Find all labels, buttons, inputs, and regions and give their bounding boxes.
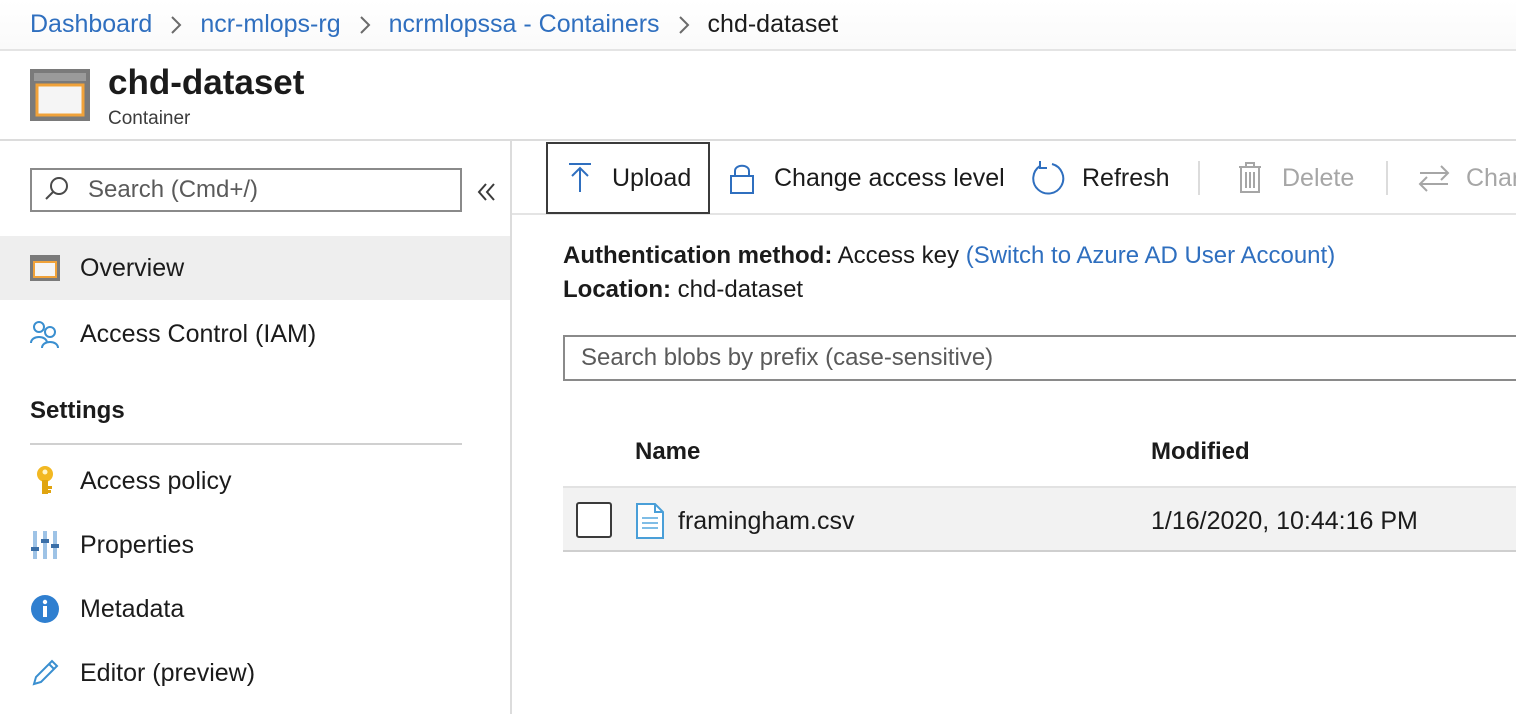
overview-icon [30,253,60,283]
location-label: Location: [563,276,671,303]
divider [30,443,462,445]
sidebar-item-label: Metadata [80,594,185,623]
delete-label: Delete [1282,163,1355,192]
upload-button[interactable]: Upload [546,142,710,214]
people-icon [30,319,60,349]
sidebar-item-metadata[interactable]: Metadata [0,577,510,641]
blob-modified: 1/16/2020, 10:44:16 PM [1151,507,1418,535]
info-icon [30,594,60,624]
auth-method-value: Access key [837,242,960,269]
sidebar-item-label: Properties [80,530,194,559]
sidebar-item-label: Access Control (IAM) [80,319,317,348]
sidebar-item-label: Overview [80,253,185,282]
sidebar-item-access-policy[interactable]: Access policy [0,449,510,513]
key-icon [30,466,60,496]
change-tier-button[interactable]: Char [1418,141,1516,215]
properties-icon [30,530,60,560]
refresh-label: Refresh [1082,163,1170,192]
collapse-double-chevron-icon[interactable] [474,179,500,205]
page-header: chd-dataset Container [0,51,1516,141]
breadcrumb-current: chd-dataset [707,10,839,38]
sidebar-search-input[interactable]: Search (Cmd+/) [30,168,462,212]
page-subtitle: Container [108,108,191,129]
toolbar-divider [1198,161,1200,195]
refresh-icon [1030,160,1066,196]
container-icon [30,69,90,121]
breadcrumb-resource-group[interactable]: ncr-mlops-rg [200,10,340,39]
breadcrumb-dashboard[interactable]: Dashboard [30,10,152,39]
sidebar-item-properties[interactable]: Properties [0,513,510,577]
column-header-name[interactable]: Name [635,438,700,466]
location-value: chd-dataset [677,276,804,303]
sidebar-item-overview[interactable]: Overview [0,236,510,300]
chevron-right-icon [678,15,690,35]
page-title: chd-dataset [108,63,305,102]
sidebar-item-label: Access policy [80,466,232,495]
switch-auth-link[interactable]: (Switch to Azure AD User Account) [966,242,1335,269]
breadcrumb-containers[interactable]: ncrmlopssa - Containers [389,10,660,39]
toolbar-divider [1386,161,1388,195]
column-header-modified[interactable]: Modified [1151,438,1250,466]
sidebar-search-placeholder: Search (Cmd+/) [88,176,259,203]
trash-icon [1234,162,1266,194]
change-access-level-label: Change access level [774,163,1005,192]
blob-search-placeholder: Search blobs by prefix (case-sensitive) [581,344,994,371]
container-blade: Dashboard ncr-mlops-rg ncrmlopssa - Cont… [0,0,1516,714]
lock-icon [726,162,758,194]
chevron-right-icon [170,15,182,35]
command-bar: Upload Change access level Refresh Delet… [512,141,1516,215]
settings-section-title: Settings [30,397,125,424]
chevron-right-icon [359,15,371,35]
row-checkbox[interactable] [576,502,612,538]
breadcrumb: Dashboard ncr-mlops-rg ncrmlopssa - Cont… [0,0,1516,51]
auth-method-line: Authentication method: Access key (Switc… [563,242,1335,270]
upload-icon [564,162,596,194]
sidebar-item-label: Editor (preview) [80,658,256,687]
delete-button[interactable]: Delete [1234,141,1354,215]
file-icon [634,503,666,539]
auth-method-label: Authentication method: [563,242,833,269]
blob-name[interactable]: framingham.csv [678,507,854,536]
location-line: Location: chd-dataset [563,276,803,304]
change-access-level-button[interactable]: Change access level [726,141,1005,215]
table-row[interactable]: framingham.csv 1/16/2020, 10:44:16 PM [563,486,1516,552]
search-icon [44,175,70,206]
blob-search-input[interactable]: Search blobs by prefix (case-sensitive) [563,335,1516,381]
refresh-button[interactable]: Refresh [1030,141,1170,215]
sidebar: Search (Cmd+/) Overview Access Control (… [0,141,512,714]
sidebar-item-editor[interactable]: Editor (preview) [0,641,510,705]
swap-arrows-icon [1418,162,1450,194]
sidebar-item-access-control[interactable]: Access Control (IAM) [0,302,510,366]
pencil-icon [30,658,60,688]
change-tier-label: Char [1466,163,1516,192]
upload-label: Upload [612,163,692,192]
